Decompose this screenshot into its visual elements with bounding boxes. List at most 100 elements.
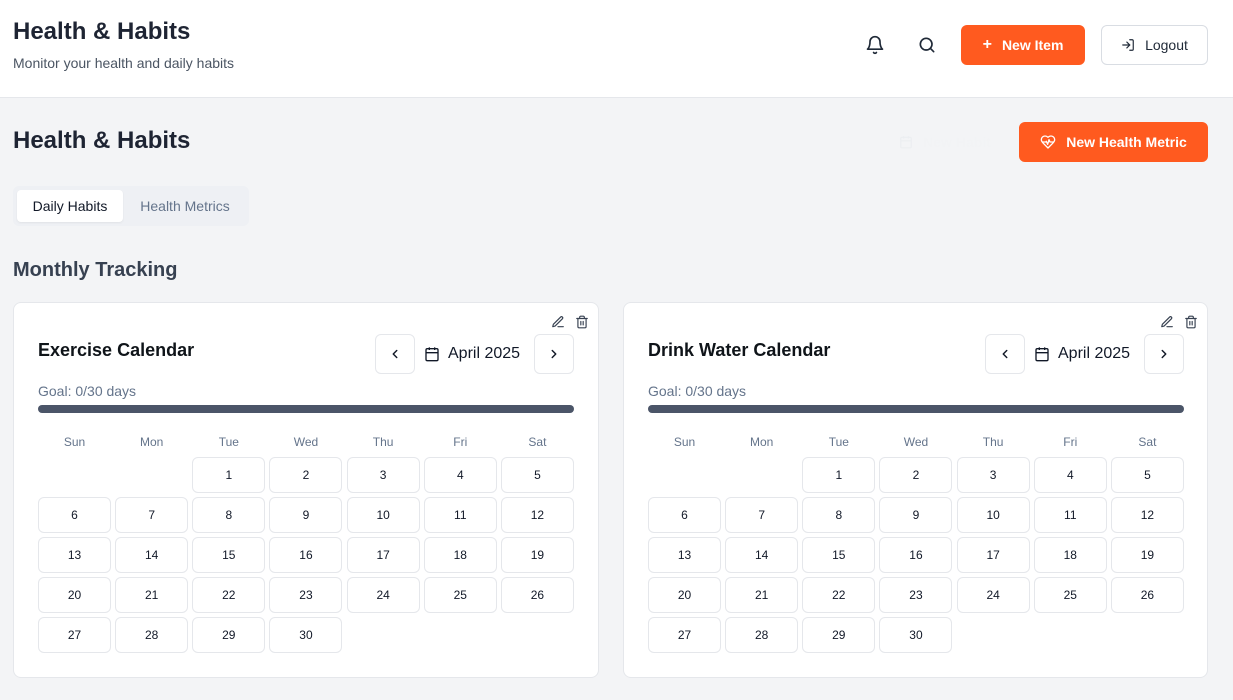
new-item-label: New Item <box>1001 37 1064 53</box>
day-cell[interactable]: 3 <box>346 457 420 493</box>
weekday-label: Wed <box>293 435 319 449</box>
goal-text: Goal: 0/30 days <box>648 383 747 399</box>
weekday-header: Sun Mon Tue Wed Thu Fri Sat <box>648 435 1184 449</box>
day-cell[interactable]: 1 <box>802 457 876 493</box>
day-cell[interactable]: 2 <box>879 457 953 493</box>
day-cell[interactable]: 26 <box>500 577 574 613</box>
day-cell[interactable]: 10 <box>346 497 420 533</box>
trash-icon[interactable] <box>1183 314 1199 330</box>
day-cell[interactable]: 10 <box>956 497 1030 533</box>
logout-button[interactable]: Logout <box>1101 25 1208 65</box>
day-cell[interactable]: 6 <box>38 497 111 533</box>
edit-icon[interactable] <box>550 314 566 330</box>
calendar-icon <box>1034 346 1050 362</box>
new-health-metric-button[interactable]: New Health Metric <box>1019 122 1208 162</box>
weekday-label: Thu <box>372 435 394 449</box>
new-item-button[interactable]: + New Item <box>961 25 1085 65</box>
day-cell[interactable]: 18 <box>1033 537 1107 573</box>
day-cell[interactable]: 24 <box>346 577 420 613</box>
day-cell[interactable]: 20 <box>38 577 111 613</box>
day-cell[interactable]: 29 <box>802 617 876 653</box>
day-cell[interactable]: 12 <box>500 497 574 533</box>
day-cell[interactable]: 5 <box>500 457 574 493</box>
tab-health-metrics[interactable]: Health Metrics <box>127 190 243 222</box>
day-cell[interactable]: 15 <box>192 537 266 573</box>
day-cell[interactable]: 7 <box>725 497 799 533</box>
day-cell[interactable]: 22 <box>192 577 266 613</box>
goal-progress-bar <box>38 405 574 413</box>
day-cell[interactable]: 27 <box>38 617 111 653</box>
calendar-icon <box>424 346 440 362</box>
tab-daily-habits[interactable]: Daily Habits <box>17 190 123 222</box>
day-cell[interactable]: 25 <box>423 577 497 613</box>
calendar-grid: 1 2 3 4 5 6 7 8 9 10 11 12 13 14 15 16 17 18 19 20 21 22 23 24 2… <box>38 457 574 653</box>
heart-pulse-icon <box>1040 134 1056 150</box>
day-cell[interactable]: 2 <box>269 457 343 493</box>
next-month-button[interactable] <box>534 334 574 374</box>
day-cell[interactable]: 13 <box>648 537 721 573</box>
day-cell[interactable]: 4 <box>1033 457 1107 493</box>
weekday-label: Sun <box>673 435 696 449</box>
weekday-label: Fri <box>1063 435 1078 449</box>
weekday-label: Tue <box>218 435 239 449</box>
day-cell[interactable]: 30 <box>879 617 953 653</box>
day-cell[interactable]: 4 <box>423 457 497 493</box>
day-cell[interactable]: 22 <box>802 577 876 613</box>
weekday-label: Mon <box>749 435 774 449</box>
day-cell[interactable]: 23 <box>879 577 953 613</box>
page-title: Health & Habits <box>13 127 191 154</box>
day-cell[interactable]: 16 <box>879 537 953 573</box>
day-cell[interactable]: 30 <box>269 617 343 653</box>
day-cell[interactable]: 11 <box>423 497 497 533</box>
new-habit-button[interactable]: New Habit <box>885 122 1005 162</box>
search-icon[interactable] <box>912 30 942 60</box>
calendar-card: Drink Water Calendar April 2025 Goal: 0/… <box>623 302 1208 678</box>
bell-icon[interactable] <box>860 30 890 60</box>
day-cell[interactable]: 1 <box>192 457 266 493</box>
day-cell[interactable]: 20 <box>648 577 721 613</box>
day-cell[interactable]: 21 <box>115 577 189 613</box>
weekday-label: Thu <box>982 435 1004 449</box>
calendar-card: Exercise Calendar April 2025 Goal: 0/30 … <box>13 302 599 678</box>
day-cell[interactable]: 12 <box>1110 497 1184 533</box>
next-month-button[interactable] <box>1144 334 1184 374</box>
day-cell[interactable]: 28 <box>725 617 799 653</box>
day-cell[interactable]: 5 <box>1110 457 1184 493</box>
previous-month-button[interactable] <box>375 334 415 374</box>
previous-month-button[interactable] <box>985 334 1025 374</box>
day-cell[interactable]: 25 <box>1033 577 1107 613</box>
day-cell[interactable]: 7 <box>115 497 189 533</box>
section-title: Monthly Tracking <box>13 259 178 281</box>
day-cell[interactable]: 26 <box>1110 577 1184 613</box>
day-cell[interactable]: 21 <box>725 577 799 613</box>
day-cell[interactable]: 6 <box>648 497 721 533</box>
day-cell[interactable]: 27 <box>648 617 721 653</box>
day-cell[interactable]: 28 <box>115 617 189 653</box>
trash-icon[interactable] <box>574 314 590 330</box>
day-cell[interactable]: 8 <box>802 497 876 533</box>
day-cell[interactable]: 29 <box>192 617 266 653</box>
day-cell[interactable]: 15 <box>802 537 876 573</box>
chevron-right-icon <box>1157 347 1171 361</box>
day-cell[interactable]: 11 <box>1033 497 1107 533</box>
day-cell[interactable]: 9 <box>269 497 343 533</box>
day-cell[interactable]: 17 <box>346 537 420 573</box>
plus-icon: + <box>982 36 992 53</box>
day-cell[interactable]: 9 <box>879 497 953 533</box>
day-cell[interactable]: 24 <box>956 577 1030 613</box>
edit-icon[interactable] <box>1159 314 1175 330</box>
day-cell[interactable]: 18 <box>423 537 497 573</box>
day-cell[interactable]: 8 <box>192 497 266 533</box>
day-cell[interactable]: 14 <box>725 537 799 573</box>
day-cell[interactable]: 17 <box>956 537 1030 573</box>
day-cell[interactable]: 13 <box>38 537 111 573</box>
new-health-metric-label: New Health Metric <box>1066 134 1187 150</box>
day-cell[interactable]: 23 <box>269 577 343 613</box>
day-cell[interactable]: 14 <box>115 537 189 573</box>
day-cell[interactable]: 3 <box>956 457 1030 493</box>
day-cell[interactable]: 19 <box>500 537 574 573</box>
weekday-label: Tue <box>828 435 849 449</box>
day-cell[interactable]: 16 <box>269 537 343 573</box>
day-cell[interactable]: 19 <box>1110 537 1184 573</box>
weekday-label: Mon <box>139 435 164 449</box>
